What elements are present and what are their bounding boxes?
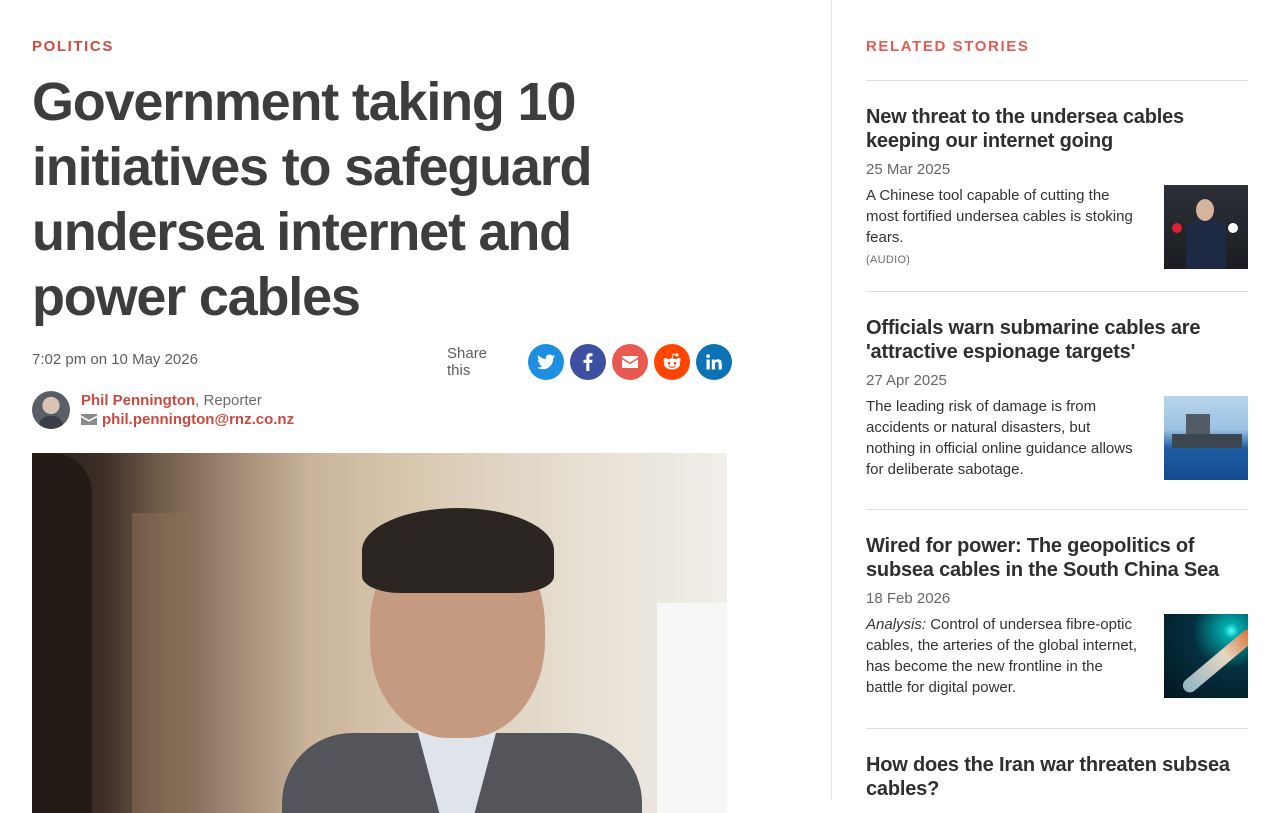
- share-facebook-button[interactable]: [570, 344, 607, 380]
- story-thumbnail[interactable]: [1164, 614, 1248, 698]
- author-name-link[interactable]: Phil Pennington: [81, 392, 195, 409]
- envelope-icon: [81, 414, 97, 425]
- reddit-icon: [663, 353, 681, 370]
- share-reddit-button[interactable]: [654, 344, 691, 380]
- related-story: Officials warn submarine cables are 'att…: [866, 316, 1248, 480]
- story-date: 27 Apr 2025: [866, 372, 947, 389]
- share-bar: Share this: [447, 344, 732, 380]
- story-thumbnail[interactable]: [1164, 396, 1248, 480]
- article-headline: Government taking 10 initiatives to safe…: [32, 72, 593, 327]
- story-title-link[interactable]: Officials warn submarine cables are 'att…: [866, 316, 1248, 364]
- story-title-link[interactable]: New threat to the undersea cables keepin…: [866, 105, 1248, 153]
- related-stories-heading: RELATED STORIES: [866, 38, 1030, 55]
- share-linkedin-button[interactable]: [696, 344, 732, 380]
- story-date: 18 Feb 2026: [866, 590, 951, 607]
- story-date: 25 Mar 2025: [866, 161, 951, 178]
- divider: [866, 291, 1248, 292]
- envelope-icon: [622, 356, 639, 368]
- article-dateline: 7:02 pm on 10 May 2026: [32, 351, 198, 368]
- twitter-icon: [537, 354, 556, 370]
- share-email-button[interactable]: [612, 344, 649, 380]
- author-email-link[interactable]: phil.pennington@rnz.co.nz: [102, 410, 294, 429]
- column-divider: [831, 0, 832, 800]
- related-story: New threat to the undersea cables keepin…: [866, 105, 1248, 271]
- hero-image[interactable]: [32, 453, 727, 813]
- story-title-link[interactable]: Wired for power: The geopolitics of subs…: [866, 534, 1248, 582]
- story-summary: A Chinese tool capable of cutting the mo…: [866, 187, 1133, 246]
- author-role: , Reporter: [195, 392, 262, 409]
- related-story: Wired for power: The geopolitics of subs…: [866, 534, 1248, 698]
- related-story: How does the Iran war threaten subsea ca…: [866, 753, 1248, 801]
- divider: [866, 728, 1248, 729]
- story-thumbnail[interactable]: [1164, 185, 1248, 269]
- story-summary-prefix: Analysis:: [866, 616, 927, 633]
- section-label[interactable]: POLITICS: [32, 38, 114, 55]
- author-byline: Phil Pennington, Reporter phil.penningto…: [32, 391, 294, 429]
- share-label: Share this: [447, 345, 488, 379]
- story-title-link[interactable]: How does the Iran war threaten subsea ca…: [866, 753, 1248, 801]
- facebook-icon: [583, 353, 593, 371]
- linkedin-icon: [706, 354, 722, 370]
- divider: [866, 80, 1248, 81]
- share-twitter-button[interactable]: [528, 344, 565, 380]
- story-summary: The leading risk of damage is from accid…: [866, 398, 1133, 478]
- audio-tag: (AUDIO): [866, 254, 911, 266]
- divider: [866, 509, 1248, 510]
- author-avatar[interactable]: [32, 391, 70, 429]
